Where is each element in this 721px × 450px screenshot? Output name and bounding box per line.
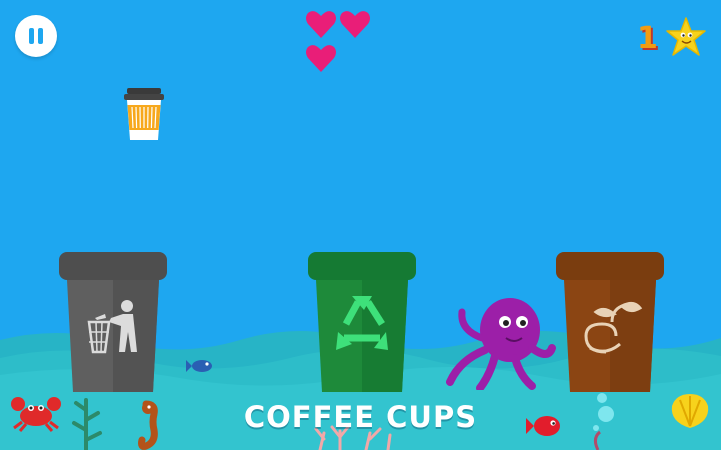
blue-fish — [186, 360, 212, 372]
lives-indicator — [305, 9, 405, 72]
compost-bin[interactable] — [556, 252, 664, 392]
pause-button[interactable] — [15, 15, 57, 57]
heart-icon — [340, 11, 370, 38]
landfill-bin[interactable] — [59, 252, 167, 392]
coffee-cup-icon[interactable] — [121, 86, 167, 142]
game-stage: 1 COFFEE CUPS — [0, 0, 721, 450]
heart-icon — [306, 11, 336, 38]
recycling-bin[interactable] — [308, 252, 416, 392]
heart-icon — [306, 45, 336, 72]
item-label: COFFEE CUPS — [243, 400, 478, 434]
score-value: 1 — [637, 21, 658, 56]
starfish-icon — [666, 17, 706, 56]
octopus-character — [446, 298, 556, 390]
